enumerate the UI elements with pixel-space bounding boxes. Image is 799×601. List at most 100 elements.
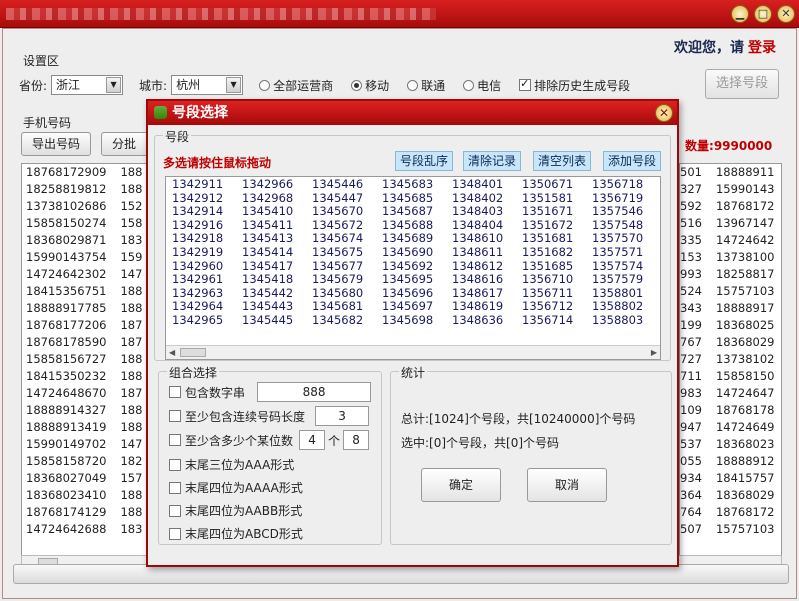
segment-item[interactable]: 1345683 (382, 177, 452, 192)
list-item[interactable]: 507 15757103 (680, 521, 781, 538)
list-item[interactable]: 18888917785 188 (22, 300, 152, 317)
login-link[interactable]: 登录 (748, 40, 776, 56)
phone-list-right[interactable]: 501 18888911 327 15990143 592 18768172 516 1396… (679, 163, 782, 573)
segment-item[interactable]: 1345675 (312, 245, 382, 260)
segment-item[interactable]: 1358801 (592, 286, 660, 301)
segment-item[interactable]: 1345685 (382, 191, 452, 206)
tail-abcd-checkbox[interactable] (169, 527, 181, 540)
province-select[interactable]: 浙江 ▼ (51, 75, 124, 95)
at-least-digit-checkbox[interactable] (169, 434, 181, 446)
segment-item[interactable]: 1345445 (242, 313, 312, 328)
segment-item[interactable]: 1356714 (522, 313, 592, 328)
list-item[interactable]: 983 14724647 (680, 385, 781, 402)
list-item[interactable]: 15858156727 188 (22, 351, 152, 368)
segment-item[interactable]: 1345410 (242, 205, 312, 219)
segment-item[interactable]: 1342963 (172, 286, 242, 301)
segment-item[interactable]: 1342918 (172, 232, 242, 246)
segment-item[interactable]: 1348402 (452, 191, 522, 206)
list-item[interactable]: 153 13738100 (680, 249, 781, 266)
export-numbers-button[interactable]: 导出号码 (21, 132, 92, 156)
list-item[interactable]: 764 18768172 (680, 504, 781, 521)
minimize-button[interactable]: ▁ (731, 5, 749, 23)
segment-item[interactable]: 1345670 (312, 205, 382, 219)
segment-item[interactable]: 1345443 (242, 300, 312, 314)
at-least-count-input[interactable]: 4 (299, 430, 326, 450)
tail-aaaa-checkbox[interactable] (169, 481, 181, 494)
phone-list-left[interactable]: 18768172909 188 18258819812 188 13738102686 1… (21, 163, 153, 573)
clear-records-button[interactable]: 清除记录 (463, 151, 521, 171)
list-item[interactable]: 993 18258817 (680, 266, 781, 283)
contains-digits-checkbox[interactable] (169, 386, 181, 398)
list-item[interactable]: 947 14724649 (680, 419, 781, 436)
segment-item[interactable]: 1348612 (452, 259, 522, 274)
segment-item[interactable]: 1351681 (522, 232, 592, 246)
segment-item[interactable]: 1345413 (242, 232, 312, 246)
segment-item[interactable]: 1345446 (312, 177, 382, 192)
segment-item[interactable]: 1357579 (592, 273, 660, 287)
list-item[interactable]: 711 15858150 (680, 368, 781, 385)
segment-item[interactable]: 1345672 (312, 218, 382, 233)
list-item[interactable]: 524 15757103 (680, 283, 781, 300)
list-item[interactable]: 18415356751 188 (22, 283, 152, 300)
segment-item[interactable]: 1348636 (452, 313, 522, 328)
list-item[interactable]: 727 13738102 (680, 351, 781, 368)
batch-export-button[interactable]: 分批导 (101, 132, 149, 156)
segment-item[interactable]: 1348610 (452, 232, 522, 246)
city-select[interactable]: 杭州 ▼ (171, 75, 244, 95)
dialog-close-icon[interactable]: ✕ (655, 104, 673, 122)
segment-item[interactable]: 1345442 (242, 286, 312, 301)
segment-item[interactable]: 1342964 (172, 300, 242, 314)
tail-aabb-checkbox[interactable] (169, 504, 181, 517)
segment-item[interactable]: 1345414 (242, 245, 312, 260)
segment-item[interactable]: 1342912 (172, 191, 242, 206)
segment-item[interactable]: 1342966 (242, 177, 312, 192)
radio-icon[interactable] (407, 79, 419, 91)
radio-all-carriers[interactable]: 全部运营商 (259, 77, 333, 94)
segment-item[interactable]: 1348617 (452, 286, 522, 301)
segment-item[interactable]: 1345690 (382, 245, 452, 260)
list-item[interactable]: 15990149702 147 (22, 436, 152, 453)
radio-telecom[interactable]: 电信 (463, 77, 501, 94)
segment-item[interactable]: 1357570 (592, 232, 660, 246)
list-item[interactable]: 18258819812 188 (22, 181, 152, 198)
list-item[interactable]: 335 14724642 (680, 232, 781, 249)
scroll-right-icon[interactable]: ▶ (651, 348, 657, 357)
chevron-down-icon[interactable]: ▼ (106, 77, 122, 93)
segment-item[interactable]: 1342919 (172, 245, 242, 260)
segment-item[interactable]: 1357571 (592, 245, 660, 260)
radio-selected-icon[interactable] (351, 79, 363, 91)
segment-list[interactable]: 1342911 1342966 1345446 1345683 1348401 13506… (165, 176, 661, 360)
list-item[interactable]: 18768172909 188 (22, 164, 152, 181)
maximize-button[interactable]: □ (754, 5, 772, 23)
list-item[interactable]: 537 18368023 (680, 436, 781, 453)
segment-item[interactable]: 1345697 (382, 300, 452, 314)
segment-item[interactable]: 1345679 (312, 273, 382, 287)
list-item[interactable]: 934 18415757 (680, 470, 781, 487)
consecutive-checkbox[interactable] (169, 410, 181, 422)
segment-item[interactable]: 1345411 (242, 218, 312, 233)
shuffle-segments-button[interactable]: 号段乱序 (395, 151, 453, 171)
list-item[interactable]: 055 18888912 (680, 453, 781, 470)
list-item[interactable]: 767 18368029 (680, 334, 781, 351)
list-item[interactable]: 18368027049 157 (22, 470, 152, 487)
list-item[interactable]: 14724642688 183 (22, 521, 152, 538)
radio-unicom[interactable]: 联通 (407, 77, 445, 94)
list-item[interactable]: 327 15990143 (680, 181, 781, 198)
segment-item[interactable]: 1345681 (312, 300, 382, 314)
segment-list-hscrollbar[interactable]: ◀ ▶ (166, 345, 660, 359)
list-item[interactable]: 14724648670 187 (22, 385, 152, 402)
segment-item[interactable]: 1345689 (382, 232, 452, 246)
segment-item[interactable]: 1348403 (452, 205, 522, 219)
segment-item[interactable]: 1342911 (172, 177, 242, 192)
list-item[interactable]: 18888913419 188 (22, 419, 152, 436)
list-item[interactable]: 18368023410 188 (22, 487, 152, 504)
segment-item[interactable]: 1342916 (172, 218, 242, 233)
exclude-history-checkbox[interactable] (519, 77, 532, 91)
scroll-left-icon[interactable]: ◀ (169, 348, 175, 357)
radio-mobile[interactable]: 移动 (351, 77, 389, 94)
list-item[interactable]: 15990143754 159 (22, 249, 152, 266)
segment-item[interactable]: 1351672 (522, 218, 592, 233)
list-item[interactable]: 18888914327 188 (22, 402, 152, 419)
list-item[interactable]: 18415350232 188 (22, 368, 152, 385)
list-item[interactable]: 199 18368025 (680, 317, 781, 334)
